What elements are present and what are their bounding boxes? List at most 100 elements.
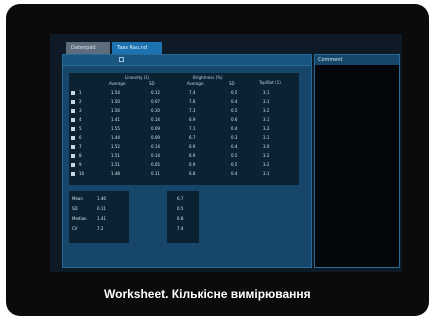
table-cell: 7.3 bbox=[189, 108, 196, 113]
table-cell: 1.51 bbox=[111, 162, 120, 167]
table-cell: 0.5 bbox=[231, 153, 238, 158]
row-checkbox[interactable] bbox=[71, 109, 75, 113]
stats-label: CV bbox=[72, 226, 78, 231]
table-cell: 3.1 bbox=[263, 135, 270, 140]
table-cell: 0.14 bbox=[151, 153, 160, 158]
stats-value: 1.46 bbox=[97, 196, 106, 201]
row-checkbox[interactable] bbox=[71, 136, 75, 140]
table-cell: 1.41 bbox=[111, 117, 120, 122]
table-cell: 6.7 bbox=[189, 135, 196, 140]
summary-stats-brightness: 6.7 0.5 6.8 7.4 bbox=[167, 191, 199, 243]
stats-value: 6.7 bbox=[177, 196, 184, 201]
table-cell: 1.48 bbox=[111, 171, 120, 176]
table-cell: 6.9 bbox=[189, 153, 196, 158]
row-id: 3 bbox=[79, 108, 82, 113]
table-cell: 3.1 bbox=[263, 99, 270, 104]
table-cell: 0.09 bbox=[151, 126, 160, 131]
table-cell: 1.51 bbox=[111, 153, 120, 158]
stats-value: 6.8 bbox=[177, 216, 184, 221]
screenshot-frame: Datenpäd Taas Rau.nd Linearity (1) Brigh… bbox=[6, 4, 429, 316]
table-row[interactable]: 4 1.41 0.14 6.9 0.6 3.1 bbox=[69, 116, 299, 124]
row-id: 10 bbox=[79, 171, 85, 176]
row-id: 2 bbox=[79, 99, 82, 104]
table-cell: 3.1 bbox=[263, 171, 270, 176]
table-row[interactable]: 3 1.56 0.10 7.3 0.5 3.2 bbox=[69, 107, 299, 115]
tab-round[interactable]: Taas Rau.nd bbox=[112, 42, 162, 54]
tab-data[interactable]: Datenpäd bbox=[66, 42, 110, 54]
row-id: 1 bbox=[79, 90, 82, 95]
row-checkbox[interactable] bbox=[71, 154, 75, 158]
table-cell: 0.4 bbox=[231, 126, 238, 131]
table-row[interactable]: 9 1.51 0.05 6.9 0.5 3.2 bbox=[69, 161, 299, 169]
table-cell: 0.4 bbox=[231, 171, 238, 176]
group-header-linearity: Linearity (1) bbox=[125, 75, 150, 80]
table-cell: 6.9 bbox=[189, 144, 196, 149]
table-cell: 7.1 bbox=[189, 126, 196, 131]
table-cell: 3.1 bbox=[263, 90, 270, 95]
table-cell: 0.4 bbox=[231, 99, 238, 104]
toolbar-icon[interactable] bbox=[119, 57, 124, 62]
table-cell: 0.05 bbox=[151, 162, 160, 167]
stats-label: Mean bbox=[72, 196, 83, 201]
table-row[interactable]: 1 1.54 0.12 7.4 0.5 3.1 bbox=[69, 89, 299, 97]
subheader-sd-2: SD bbox=[229, 81, 235, 86]
table-cell: 1.50 bbox=[111, 99, 120, 104]
stats-label: Median bbox=[72, 216, 87, 221]
table-row[interactable]: 2 1.50 0.07 7.6 0.4 3.1 bbox=[69, 98, 299, 106]
stats-row: Mean 1.46 bbox=[69, 195, 129, 203]
table-cell: 3.2 bbox=[263, 153, 270, 158]
table-cell: 7.4 bbox=[189, 90, 196, 95]
comment-panel[interactable]: Comment bbox=[314, 54, 400, 268]
stats-row: 6.7 bbox=[167, 195, 199, 203]
table-cell: 0.5 bbox=[231, 108, 238, 113]
row-id: 5 bbox=[79, 126, 82, 131]
row-id: 7 bbox=[79, 144, 82, 149]
stats-value: 7.4 bbox=[177, 226, 184, 231]
stats-label: SD bbox=[72, 206, 78, 211]
table-row[interactable]: 10 1.48 0.11 6.8 0.4 3.1 bbox=[69, 170, 299, 178]
subheader-average-1: Average bbox=[109, 81, 126, 86]
stats-value: 0.5 bbox=[177, 206, 184, 211]
table-row[interactable]: 7 1.52 0.14 6.9 0.4 3.0 bbox=[69, 143, 299, 151]
row-checkbox[interactable] bbox=[71, 127, 75, 131]
row-checkbox[interactable] bbox=[71, 145, 75, 149]
table-cell: 1.54 bbox=[111, 90, 120, 95]
table-cell: 3.2 bbox=[263, 126, 270, 131]
table-row[interactable]: 8 1.51 0.14 6.9 0.5 3.2 bbox=[69, 152, 299, 160]
table-cell: 0.07 bbox=[151, 99, 160, 104]
row-checkbox[interactable] bbox=[71, 118, 75, 122]
table-row[interactable]: 6 1.44 0.09 6.7 0.3 3.1 bbox=[69, 134, 299, 142]
stats-value: 7.2 bbox=[97, 226, 104, 231]
row-checkbox[interactable] bbox=[71, 91, 75, 95]
subheader-sd-1: SD bbox=[149, 81, 155, 86]
row-checkbox[interactable] bbox=[71, 100, 75, 104]
table-cell: 3.0 bbox=[263, 144, 270, 149]
stats-row: 6.8 bbox=[167, 215, 199, 223]
table-cell: 1.56 bbox=[111, 108, 120, 113]
row-id: 8 bbox=[79, 153, 82, 158]
row-checkbox[interactable] bbox=[71, 172, 75, 176]
table-cell: 0.14 bbox=[151, 117, 160, 122]
table-cell: 1.55 bbox=[111, 126, 120, 131]
table-cell: 6.9 bbox=[189, 117, 196, 122]
worksheet-panel: Linearity (1) Brightness (%) Top/Bot (1)… bbox=[62, 54, 312, 268]
stats-row: 0.5 bbox=[167, 205, 199, 213]
group-header-brightness: Brightness (%) bbox=[193, 75, 223, 80]
caption: Worksheet. Кількісне вимірювання bbox=[104, 287, 311, 301]
app-window: Datenpäd Taas Rau.nd Linearity (1) Brigh… bbox=[50, 34, 402, 272]
row-id: 9 bbox=[79, 162, 82, 167]
table-row[interactable]: 5 1.55 0.09 7.1 0.4 3.2 bbox=[69, 125, 299, 133]
table-cell: 7.6 bbox=[189, 99, 196, 104]
stats-row: 7.4 bbox=[167, 225, 199, 233]
comment-panel-title: Comment bbox=[315, 55, 399, 65]
stats-row: SD 0.11 bbox=[69, 205, 129, 213]
table-cell: 0.10 bbox=[151, 108, 160, 113]
worksheet-toolbar bbox=[63, 55, 311, 66]
table-cell: 1.52 bbox=[111, 144, 120, 149]
table-cell: 0.5 bbox=[231, 90, 238, 95]
table-cell: 0.12 bbox=[151, 90, 160, 95]
table-cell: 6.8 bbox=[189, 171, 196, 176]
table-cell: 0.6 bbox=[231, 117, 238, 122]
stats-row: Median 1.41 bbox=[69, 215, 129, 223]
row-checkbox[interactable] bbox=[71, 163, 75, 167]
